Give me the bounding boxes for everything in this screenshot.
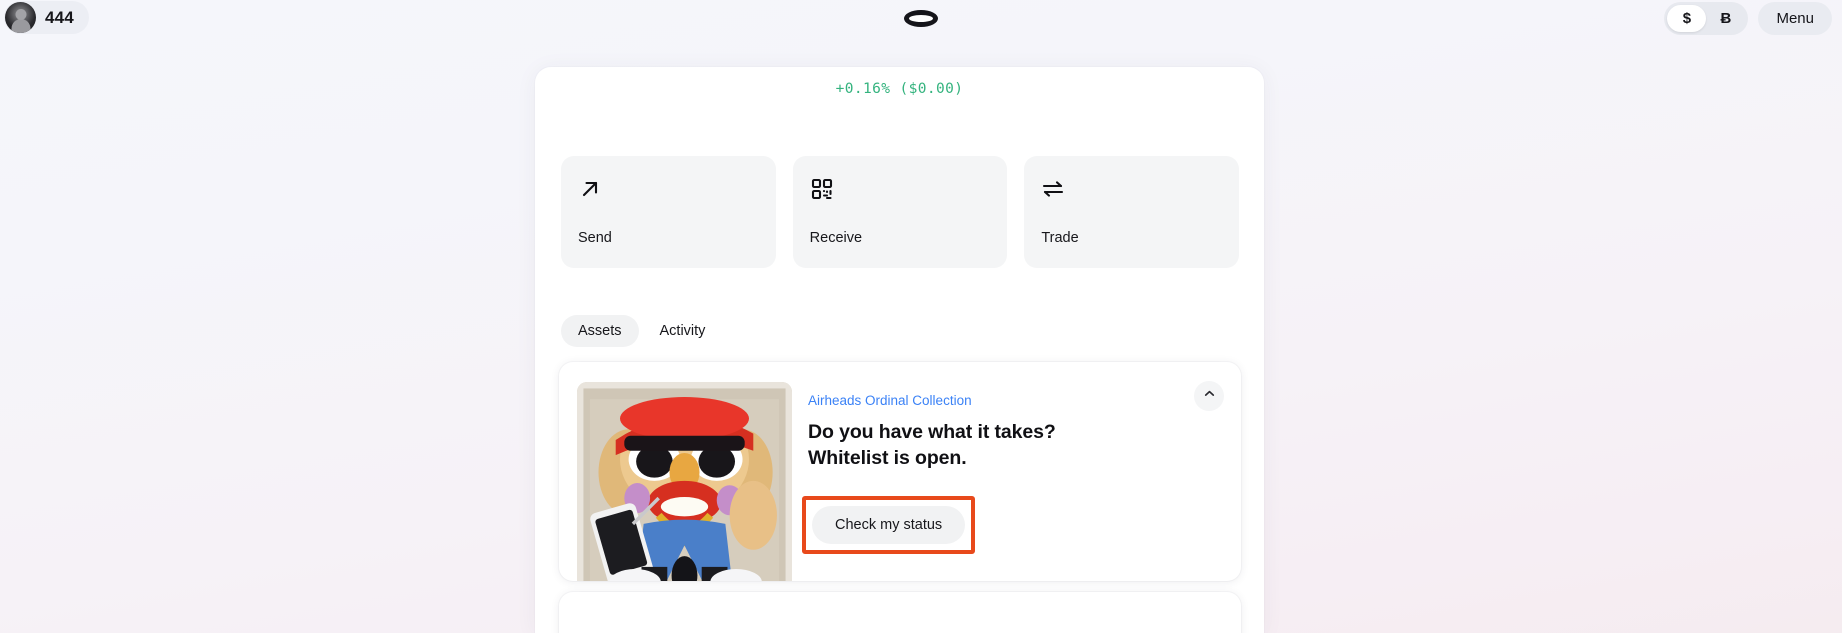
send-label: Send (578, 230, 612, 246)
currency-option-btc[interactable]: Ƀ (1706, 5, 1745, 32)
nft-card-body: Airheads Ordinal Collection Do you have … (808, 392, 1177, 471)
trade-label: Trade (1041, 230, 1078, 246)
tab-assets[interactable]: Assets (561, 315, 639, 347)
nft-character-artwork[interactable] (577, 382, 792, 581)
receive-label: Receive (810, 230, 862, 246)
action-tiles: Send Receive (561, 156, 1239, 268)
swap-arrows-icon (1041, 174, 1222, 204)
collection-link[interactable]: Airheads Ordinal Collection (808, 393, 972, 408)
nft-asset-card: Airheads Ordinal Collection Do you have … (559, 362, 1241, 581)
send-button[interactable]: Send (561, 156, 776, 268)
nft-headline: Do you have what it takes? Whitelist is … (808, 420, 1177, 471)
nft-headline-line-2: Whitelist is open. (808, 446, 1177, 472)
chevron-up-icon (1203, 387, 1216, 405)
currency-toggle[interactable]: $ Ƀ (1664, 2, 1748, 35)
trade-button[interactable]: Trade (1024, 156, 1239, 268)
check-status-highlight: Check my status (802, 496, 975, 554)
oval-ring-logo-icon (904, 10, 938, 27)
balance-change-text: +0.16% ($0.00) (535, 81, 1264, 97)
user-avatar-icon (5, 2, 36, 33)
menu-button[interactable]: Menu (1758, 2, 1832, 35)
receive-button[interactable]: Receive (793, 156, 1008, 268)
tab-activity[interactable]: Activity (643, 315, 723, 347)
top-bar-right-group: $ Ƀ Menu (1664, 0, 1832, 36)
arrow-up-right-icon (578, 174, 759, 204)
account-pill[interactable]: 444 (4, 1, 89, 34)
qr-code-icon (810, 174, 991, 204)
nft-headline-line-1: Do you have what it takes? (808, 420, 1177, 446)
wallet-tabs: Assets Activity (561, 315, 722, 347)
check-my-status-button[interactable]: Check my status (812, 506, 965, 544)
account-name: 444 (45, 8, 74, 28)
wallet-panel: +0.16% ($0.00) Send (535, 67, 1264, 633)
currency-option-usd[interactable]: $ (1667, 5, 1706, 32)
collapse-card-button[interactable] (1194, 381, 1224, 411)
next-asset-card-peek[interactable] (559, 592, 1241, 633)
top-bar: 444 $ Ƀ Menu (0, 0, 1842, 36)
